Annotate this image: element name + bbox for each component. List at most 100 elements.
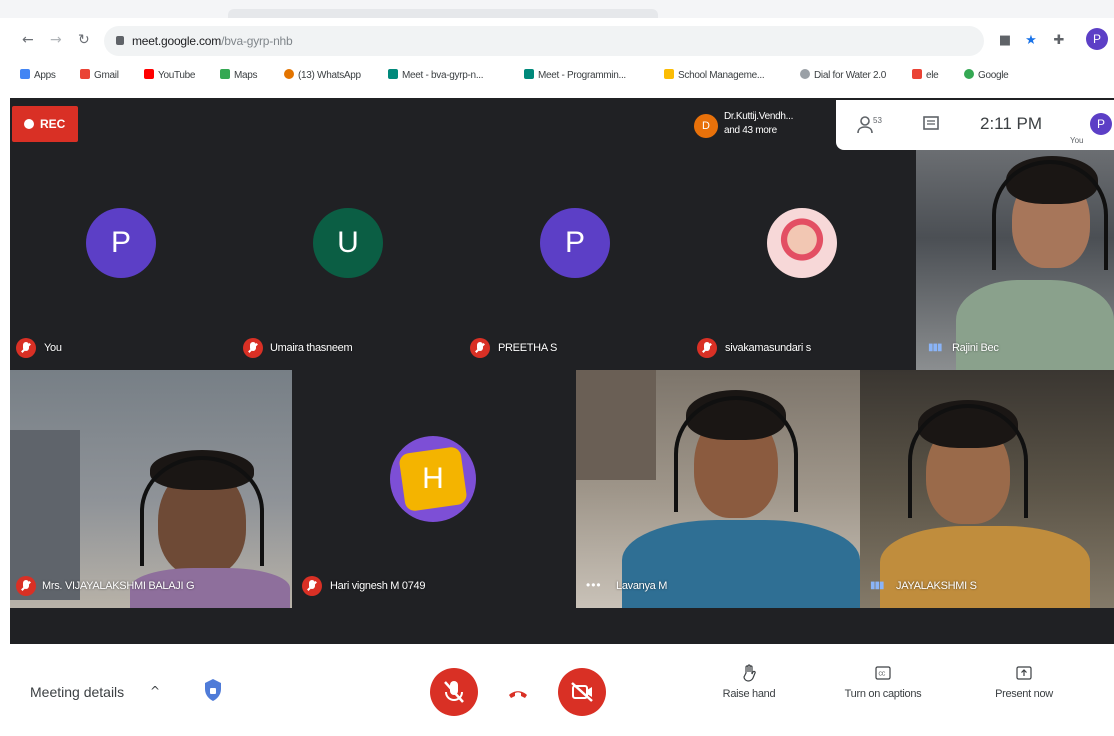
captions-button[interactable]: CC Turn on captions [828,664,938,700]
whatsapp-icon [284,69,294,79]
bookmark-label: Gmail [94,70,119,81]
back-arrow-icon[interactable]: ← [22,33,34,47]
bookmark-apps[interactable]: Apps [20,69,56,81]
leave-call-button[interactable] [494,668,542,716]
headset [140,456,264,566]
gmail-icon [912,69,922,79]
google-icon [964,69,974,79]
url-text: meet.google.com/bva-gyrp-nhb [132,34,293,48]
bookmark-google[interactable]: Google [964,69,1009,81]
headset [992,160,1108,270]
raise-hand-button[interactable]: Raise hand [714,664,784,700]
more-options-icon[interactable]: ••• [586,578,602,592]
gmail-icon [80,69,90,79]
captions-label: Turn on captions [844,688,922,700]
participant-video-tile[interactable]: ▮▮▮ Rajini Bec [916,150,1114,370]
meeting-time: 2:11 PM [980,114,1043,133]
bookmark-label: Maps [234,70,258,81]
browser-tab-strip [0,0,1114,18]
bookmark-water[interactable]: Dial for Water 2.0 [800,69,886,81]
youtube-icon [144,69,154,79]
participant-avatar-tile[interactable]: H Hari vignesh M 0749 [292,370,576,608]
chat-icon[interactable] [922,115,940,133]
present-screen-icon [1016,666,1032,680]
mic-off-icon [697,338,717,358]
participant-name: Umaira thasneem [270,342,353,354]
address-bar[interactable]: meet.google.com/bva-gyrp-nhb [104,26,984,56]
extensions-puzzle-icon[interactable]: ✚ [1052,34,1066,48]
background-person [10,430,80,600]
presenter-indicator[interactable]: D Dr.Kuttij.Vendh... and 43 more [686,100,834,150]
participant-name: You [44,342,62,354]
browser-toolbar: ← → ↻ meet.google.com/bva-gyrp-nhb ■ ★ ✚… [0,20,1114,62]
mic-off-icon [16,576,36,596]
participant-torso [622,520,860,608]
chevron-up-icon[interactable]: ^ [150,684,160,698]
people-icon[interactable]: 53 [856,114,884,136]
camera-off-icon [571,682,593,702]
meeting-top-right-bar: 53 2:11 PM You P [836,100,1114,150]
bookmark-gmail[interactable]: Gmail [80,69,119,81]
svg-text:CC: CC [879,672,886,678]
bookshelf [576,370,656,480]
record-dot-icon [24,119,34,129]
participant-video-tile[interactable]: Mrs. VIJAYALAKSHMI BALAJI G [10,370,292,608]
bookmark-label: Google [978,70,1009,81]
self-avatar[interactable]: P [1090,113,1112,135]
raise-hand-icon [743,664,756,682]
bookmark-label: Apps [34,70,56,81]
microphone-toggle-button[interactable] [430,668,478,716]
security-shield-icon[interactable] [203,678,223,702]
screen-root: ← → ↻ meet.google.com/bva-gyrp-nhb ■ ★ ✚… [0,0,1114,736]
participant-video-tile[interactable]: ▮▮▮ JAYALAKSHMI S [860,370,1114,608]
people-count: 53 [873,116,882,125]
bookmark-youtube[interactable]: YouTube [144,69,196,81]
bookmark-whatsapp[interactable]: (13) WhatsApp [284,69,361,81]
present-now-button[interactable]: Present now [982,664,1066,700]
maps-icon [220,69,230,79]
bookmark-label: ele [926,70,939,81]
camera-toggle-button[interactable] [558,668,606,716]
mic-off-icon [16,338,36,358]
participant-video-tile[interactable]: ••• Lavanya M [576,370,860,608]
active-tab[interactable] [228,9,658,18]
participant-name: Rajini Bec [952,342,999,354]
mic-off-icon [243,338,263,358]
mic-off-icon [444,681,464,703]
bookmark-label: (13) WhatsApp [298,70,361,81]
bookmark-label: Meet - bva-gyrp-n... [402,70,484,81]
bookmark-ele[interactable]: ele [912,69,939,81]
avatar-initial: H [422,462,444,495]
bookmark-meet-1[interactable]: Meet - bva-gyrp-n... [388,69,484,81]
camera-indicator-icon[interactable]: ■ [998,34,1012,48]
mic-off-icon [470,338,490,358]
bookmark-label: School Manageme... [678,70,765,81]
meet-icon [388,69,398,79]
self-label: You [1070,136,1084,145]
forward-arrow-icon[interactable]: → [50,33,62,47]
speaking-indicator-icon: ▮▮▮ [928,342,942,353]
present-now-label: Present now [995,688,1053,700]
apps-grid-icon [20,69,30,79]
recording-label: REC [40,117,66,131]
bookmark-label: Dial for Water 2.0 [814,70,887,81]
bookmark-school[interactable]: School Manageme... [664,69,765,81]
bookmarks-bar: Apps Gmail YouTube Maps (13) WhatsApp Me… [0,62,1114,90]
url-host: meet.google.com [132,34,222,48]
browser-profile-avatar[interactable]: P [1086,28,1108,50]
presenter-name: Dr.Kuttij.Vendh... [724,111,794,122]
meeting-details-button[interactable]: Meeting details [30,684,124,700]
presenter-text-block: Dr.Kuttij.Vendh... and 43 more [724,110,830,138]
bookmark-maps[interactable]: Maps [220,69,258,81]
lock-icon [116,36,124,45]
meeting-controls-bar: Meeting details ^ Raise hand CC Turn on … [0,644,1114,736]
reload-icon[interactable]: ↻ [78,33,90,47]
bookmark-star-icon[interactable]: ★ [1024,34,1038,48]
participant-name: Lavanya M [616,580,668,592]
participant-avatar: H [390,436,476,522]
participant-name: Mrs. VIJAYALAKSHMI BALAJI G [42,580,195,592]
bookmark-meet-2[interactable]: Meet - Programmin... [524,69,626,81]
water-icon [800,69,810,79]
presenter-more: and 43 more [724,125,777,136]
participant-name: PREETHA S [498,342,558,354]
